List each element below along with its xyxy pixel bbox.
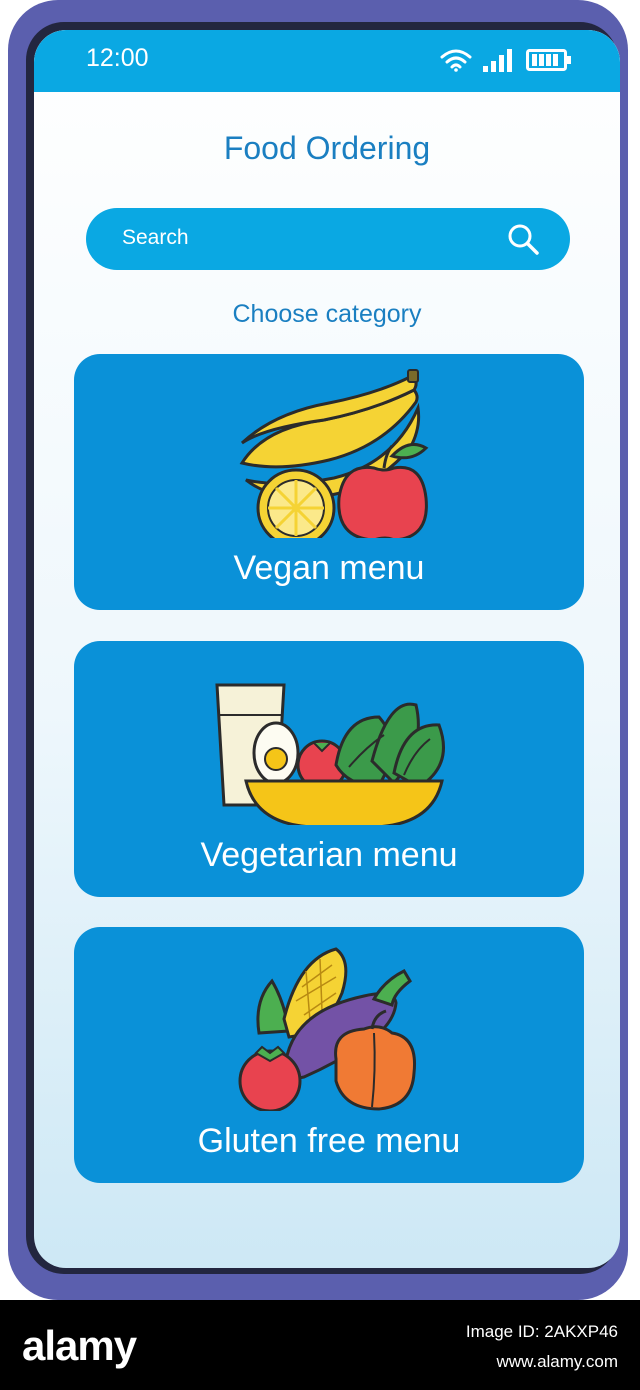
status-time: 12:00 xyxy=(86,44,149,72)
category-label-vegan: Vegan menu xyxy=(233,549,425,587)
app-screen: 12:00 Food Ordering Search Choose catego… xyxy=(34,30,620,1268)
status-icons xyxy=(440,48,572,72)
salad-icon xyxy=(215,683,445,825)
fruit-icon xyxy=(239,369,429,538)
category-card-gluten-free[interactable]: Gluten free menu xyxy=(74,927,584,1183)
search-bar[interactable]: Search xyxy=(86,208,570,270)
watermark-footer: alamy Image ID: 2AKXP46 www.alamy.com xyxy=(0,1300,640,1390)
footer-image-id: Image ID: 2AKXP46 xyxy=(465,1322,618,1341)
signal-icon xyxy=(483,49,512,72)
phone-frame: 12:00 Food Ordering Search Choose catego… xyxy=(8,0,628,1300)
category-card-vegetarian[interactable]: Vegetarian menu xyxy=(74,641,584,897)
battery-icon xyxy=(526,49,571,71)
category-heading: Choose category xyxy=(232,300,422,328)
search-icon[interactable] xyxy=(506,222,540,256)
page-title: Food Ordering xyxy=(223,130,431,166)
category-card-vegan[interactable]: Vegan menu xyxy=(74,354,584,610)
wifi-icon xyxy=(440,49,472,72)
footer-url: www.alamy.com xyxy=(496,1352,618,1371)
vegetables-icon xyxy=(238,947,417,1111)
footer-brand: alamy xyxy=(22,1322,137,1369)
category-label-gluten-free: Gluten free menu xyxy=(197,1122,461,1160)
category-label-vegetarian: Vegetarian menu xyxy=(200,836,458,874)
search-input[interactable]: Search xyxy=(122,226,189,250)
status-bar: 12:00 xyxy=(34,30,620,92)
